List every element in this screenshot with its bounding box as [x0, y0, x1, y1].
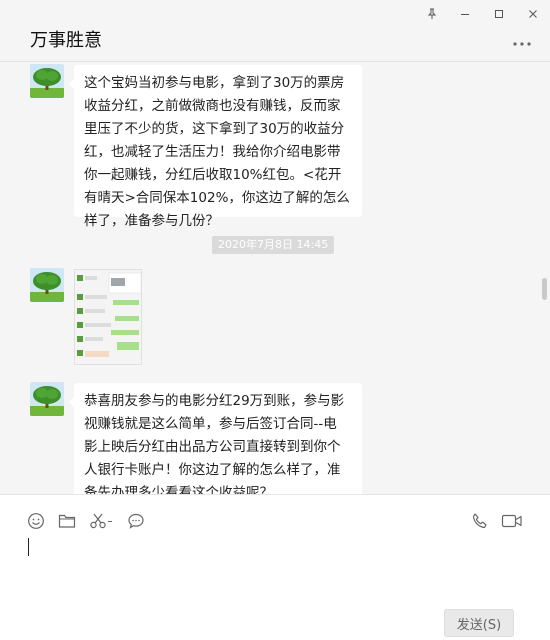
- send-button[interactable]: 发送(S): [444, 609, 514, 637]
- message-line: 红，也减轻了生活压力！我给你介绍电影带: [84, 144, 341, 160]
- avatar[interactable]: [30, 268, 64, 302]
- scrollbar-thumb[interactable]: [542, 278, 547, 300]
- message-line: 样了，准备参与几份？: [84, 213, 219, 229]
- message-bubble[interactable]: 恭喜朋友参与的电影分红29万到账，参与影 视赚钱就是这么简单，参与后签订合同--…: [69, 383, 362, 494]
- message-line: 你一起赚钱，分红后收取10%红包。<花开: [84, 167, 342, 183]
- message-line: 这个宝妈当初参与电影，拿到了30万的票房: [84, 75, 345, 91]
- message-line: 视赚钱就是这么简单，参与后签订合同--电: [84, 416, 337, 432]
- message-line: 影上映后分红由出品方公司直接转到到你个: [84, 439, 341, 455]
- avatar[interactable]: [30, 64, 64, 98]
- message-line: 收益分红，之前做微商也没有赚钱，反而家: [84, 98, 341, 114]
- chat-title: 万事胜意: [30, 30, 102, 51]
- folder-icon[interactable]: [57, 511, 77, 531]
- image-message[interactable]: [74, 269, 142, 365]
- message-bubble[interactable]: 这个宝妈当初参与电影，拿到了30万的票房 收益分红，之前做微商也没有赚钱，反而家…: [69, 65, 362, 229]
- avatar[interactable]: [30, 382, 64, 416]
- emoji-icon[interactable]: [26, 511, 46, 531]
- chat-header: 万事胜意: [0, 0, 550, 62]
- message-input[interactable]: [26, 535, 526, 599]
- text-caret: [28, 538, 29, 556]
- message-line: 恭喜朋友参与的电影分红29万到账，参与影: [84, 393, 345, 409]
- pin-icon[interactable]: [417, 4, 447, 24]
- chat-bubble-icon[interactable]: [126, 511, 146, 531]
- phone-icon[interactable]: [470, 511, 490, 531]
- message-list[interactable]: 这个宝妈当初参与电影，拿到了30万的票房 收益分红，之前做微商也没有赚钱，反而家…: [0, 62, 550, 494]
- maximize-icon[interactable]: [484, 4, 514, 24]
- close-icon[interactable]: [518, 4, 548, 24]
- message-composer: 发送(S): [0, 494, 550, 640]
- video-icon[interactable]: [501, 511, 523, 531]
- message-line: 人银行卡账户！你这边了解的怎么样了，准: [84, 462, 341, 478]
- minimize-icon[interactable]: [450, 4, 480, 24]
- scissors-icon[interactable]: [89, 511, 115, 531]
- chat-screenshot-thumbnail: [75, 270, 141, 364]
- message-line: 备先办理多少看看这个收益呢？: [84, 485, 273, 494]
- more-icon[interactable]: [512, 36, 532, 46]
- message-line: 里压了不少的货，这下拿到了30万的收益分: [84, 121, 345, 137]
- message-line: 有晴天>合同保本102%，你这边了解的怎么: [84, 190, 350, 206]
- timestamp: 2020年7月8日 14:45: [212, 236, 335, 254]
